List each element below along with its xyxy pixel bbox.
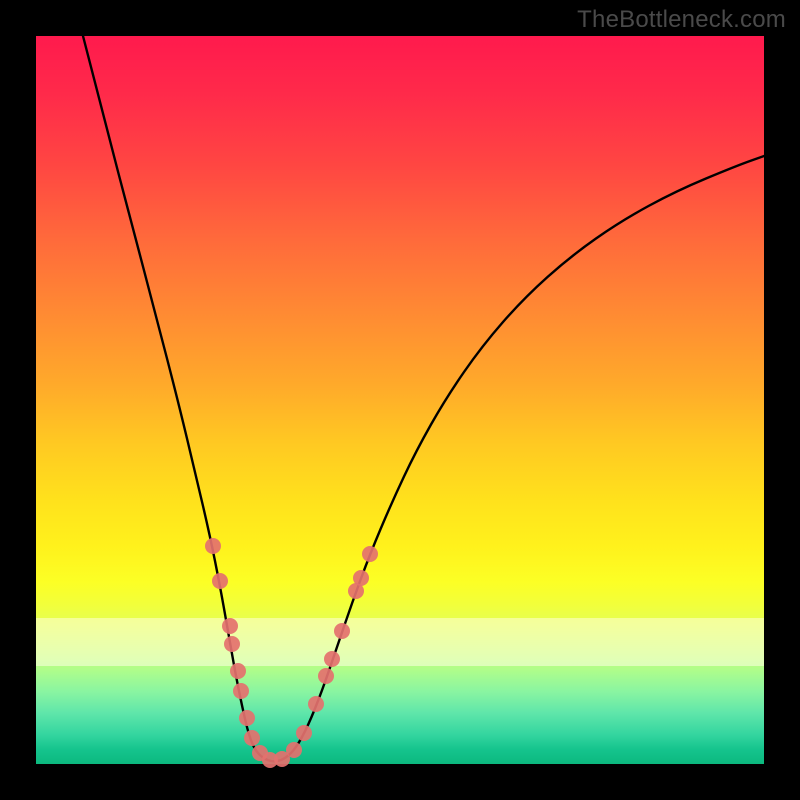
marker-dot: [296, 725, 312, 741]
marker-dot: [324, 651, 340, 667]
bottleneck-curve: [83, 36, 764, 761]
chart-plot-area: [36, 36, 764, 764]
marker-dot: [222, 618, 238, 634]
marker-dot: [205, 538, 221, 554]
marker-dot: [239, 710, 255, 726]
marker-dot: [224, 636, 240, 652]
watermark-text: TheBottleneck.com: [577, 6, 786, 34]
marker-dot: [233, 683, 249, 699]
marker-dot: [212, 573, 228, 589]
marker-dot: [308, 696, 324, 712]
marker-dot: [353, 570, 369, 586]
marker-dot: [362, 546, 378, 562]
marker-dot: [244, 730, 260, 746]
marker-dot: [318, 668, 334, 684]
marker-dot: [334, 623, 350, 639]
chart-svg: [36, 36, 764, 764]
marker-dot: [230, 663, 246, 679]
chart-frame: TheBottleneck.com: [0, 0, 800, 800]
marker-dot: [286, 742, 302, 758]
